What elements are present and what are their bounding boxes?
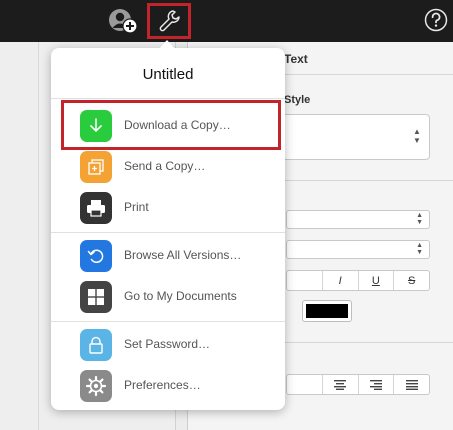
help-button[interactable] (422, 6, 450, 34)
alignment-buttons (286, 374, 430, 395)
menu-item-label: Print (124, 200, 149, 214)
underline-button[interactable]: U (357, 271, 394, 290)
menu-item-browse-versions[interactable]: Browse All Versions… (51, 235, 285, 275)
text-color-well[interactable] (302, 300, 352, 322)
strikethrough-button[interactable]: S (393, 271, 429, 290)
menu-separator (51, 321, 285, 322)
highlight-annotation (61, 100, 281, 150)
gear-icon (80, 370, 112, 402)
align-right-icon (369, 379, 382, 390)
justify-icon (405, 379, 418, 390)
menu-item-preferences[interactable]: Preferences… (51, 365, 285, 405)
menu-item-send-copy[interactable]: Send a Copy… (51, 146, 285, 186)
justify-button[interactable] (393, 375, 429, 394)
menu-item-label: Browse All Versions… (124, 248, 242, 262)
menu-item-label: Go to My Documents (124, 289, 237, 303)
tools-button[interactable] (147, 3, 191, 39)
menu-separator (51, 98, 285, 99)
tab-text[interactable]: Text (284, 52, 308, 66)
popover-arrow (159, 40, 175, 49)
menu-item-label: Set Password… (124, 337, 211, 351)
add-person-icon (109, 9, 138, 34)
menu-separator (51, 232, 285, 233)
align-right-button[interactable] (357, 375, 394, 394)
question-circle-icon (424, 8, 448, 32)
stepper-icon: ▲ ▼ (413, 127, 421, 145)
menu-item-my-documents[interactable]: Go to My Documents (51, 276, 285, 316)
wrench-icon (159, 10, 180, 32)
italic-button[interactable]: I (321, 271, 358, 290)
paragraph-style-selector[interactable]: ▲ ▼ (280, 114, 430, 160)
menu-item-set-password[interactable]: Set Password… (51, 324, 285, 364)
collaborate-button[interactable] (106, 6, 140, 36)
stepper-icon: ▲ ▼ (416, 242, 423, 256)
print-icon (80, 192, 112, 224)
text-color-swatch (306, 304, 348, 318)
menu-item-label: Send a Copy… (124, 159, 206, 173)
stepper-icon: ▲ ▼ (416, 212, 423, 226)
top-toolbar (0, 0, 453, 42)
align-left-button[interactable] (287, 375, 322, 394)
text-format-buttons: I U S (286, 270, 430, 291)
align-center-button[interactable] (321, 375, 358, 394)
paragraph-style-label: Style (284, 94, 311, 106)
menu-item-label: Preferences… (124, 378, 201, 392)
lock-icon (80, 329, 112, 361)
documents-grid-icon (80, 281, 112, 313)
bold-button[interactable] (287, 271, 322, 290)
send-copy-icon (80, 151, 112, 183)
versions-icon (80, 240, 112, 272)
font-size-select[interactable]: ▲ ▼ (286, 240, 430, 259)
canvas-edge (38, 42, 39, 430)
menu-item-print[interactable]: Print (51, 187, 285, 227)
font-family-select[interactable]: ▲ ▼ (286, 210, 430, 229)
document-title: Untitled (142, 66, 194, 83)
align-center-icon (334, 379, 347, 390)
